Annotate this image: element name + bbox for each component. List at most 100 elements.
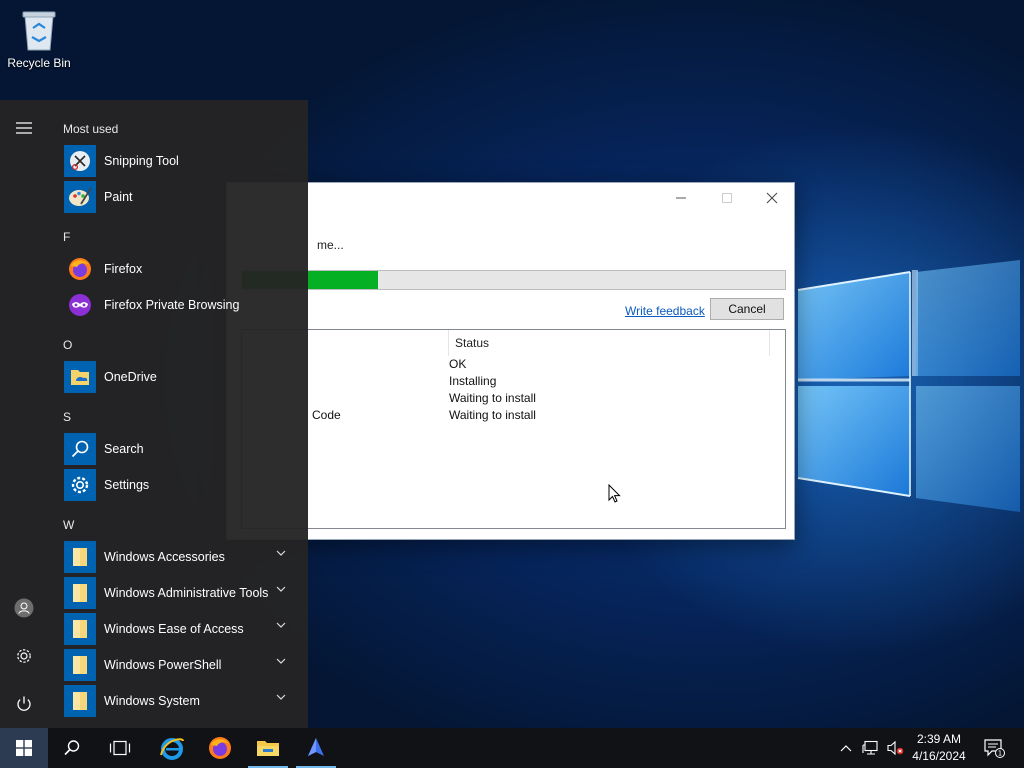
row-status: Installing bbox=[449, 374, 497, 388]
chevron-up-icon bbox=[840, 745, 852, 752]
close-button[interactable] bbox=[749, 183, 795, 213]
taskbar-file-explorer[interactable] bbox=[244, 728, 292, 768]
section-letter-o: O bbox=[63, 338, 73, 352]
list-row[interactable]: OK bbox=[242, 356, 785, 373]
app-firefox[interactable]: Firefox bbox=[64, 252, 300, 286]
power-icon bbox=[17, 696, 31, 711]
chevron-down-icon bbox=[276, 658, 286, 664]
paint-palette-icon bbox=[64, 181, 96, 213]
app-label: Search bbox=[104, 442, 144, 456]
gear-icon bbox=[17, 649, 31, 663]
app-settings[interactable]: Settings bbox=[64, 468, 300, 502]
folder-windows-ease-of-access[interactable]: Windows Ease of Access bbox=[64, 612, 300, 646]
taskbar: 2:39 AM 4/16/2024 1 bbox=[0, 728, 1024, 768]
taskbar-clock[interactable]: 2:39 AM 4/16/2024 bbox=[904, 731, 974, 765]
app-paint[interactable]: Paint bbox=[64, 180, 300, 214]
folder-icon bbox=[64, 685, 96, 717]
network-tray-button[interactable] bbox=[860, 728, 882, 768]
app-list: Most used Snipping Tool Paint F Firefox … bbox=[48, 100, 308, 728]
firefox-icon bbox=[64, 253, 96, 285]
internet-explorer-icon bbox=[160, 738, 184, 760]
folder-windows-powershell[interactable]: Windows PowerShell bbox=[64, 648, 300, 682]
recycle-bin-icon bbox=[17, 6, 61, 52]
folder-windows-accessories[interactable]: Windows Accessories bbox=[64, 540, 300, 574]
list-row[interactable]: Code Waiting to install bbox=[242, 407, 785, 424]
firefox-private-icon bbox=[64, 289, 96, 321]
list-row[interactable]: Waiting to install bbox=[242, 390, 785, 407]
show-hidden-icons-button[interactable] bbox=[836, 728, 856, 768]
search-icon bbox=[64, 433, 96, 465]
minimize-button[interactable] bbox=[658, 183, 704, 213]
app-label: Settings bbox=[104, 478, 150, 492]
user-account-button[interactable] bbox=[0, 588, 48, 628]
maximize-icon bbox=[722, 193, 732, 203]
notifications-icon: 1 bbox=[984, 739, 1005, 758]
write-feedback-link[interactable]: Write feedback bbox=[625, 304, 705, 318]
app-onedrive[interactable]: OneDrive bbox=[64, 360, 300, 394]
recycle-bin-label: Recycle Bin bbox=[7, 56, 71, 70]
chevron-down-icon bbox=[276, 586, 286, 592]
volume-muted-icon bbox=[887, 740, 904, 756]
section-letter-f: F bbox=[63, 230, 71, 244]
folder-icon bbox=[64, 541, 96, 573]
minimize-icon bbox=[676, 197, 686, 199]
power-button[interactable] bbox=[0, 684, 48, 724]
expand-menu-button[interactable] bbox=[0, 108, 48, 148]
user-icon bbox=[14, 598, 34, 618]
onedrive-folder-icon bbox=[64, 361, 96, 393]
window-titlebar[interactable] bbox=[227, 183, 794, 213]
app-label: Windows Accessories bbox=[104, 550, 225, 564]
cancel-button[interactable]: Cancel bbox=[710, 298, 784, 320]
close-icon bbox=[766, 192, 778, 204]
taskbar-firefox[interactable] bbox=[196, 728, 244, 768]
row-name: Code bbox=[312, 408, 341, 422]
network-icon bbox=[862, 740, 878, 755]
install-list[interactable]: Status OK Installing Waiting to install … bbox=[241, 329, 786, 529]
section-letter-w: W bbox=[63, 518, 75, 532]
settings-rail-button[interactable] bbox=[0, 636, 48, 676]
app-snipping-tool[interactable]: Snipping Tool bbox=[64, 144, 300, 178]
firefox-icon bbox=[209, 737, 231, 759]
start-button[interactable] bbox=[0, 728, 48, 768]
list-header: Status bbox=[242, 330, 785, 356]
taskbar-internet-explorer[interactable] bbox=[148, 728, 196, 768]
notification-count: 1 bbox=[998, 750, 1002, 758]
volume-tray-button[interactable] bbox=[884, 728, 906, 768]
task-view-icon bbox=[109, 740, 131, 756]
app-search[interactable]: Search bbox=[64, 432, 300, 466]
task-view-button[interactable] bbox=[96, 728, 144, 768]
column-header-status[interactable]: Status bbox=[448, 330, 770, 356]
scissors-icon bbox=[64, 145, 96, 177]
taskbar-search-button[interactable] bbox=[48, 728, 96, 768]
app-label: Windows Ease of Access bbox=[104, 622, 244, 636]
app-label: OneDrive bbox=[104, 370, 157, 384]
app-label: Paint bbox=[104, 190, 133, 204]
maximize-button[interactable] bbox=[704, 183, 750, 213]
start-menu: Most used Snipping Tool Paint F Firefox … bbox=[0, 100, 308, 728]
folder-windows-admin-tools[interactable]: Windows Administrative Tools bbox=[64, 576, 300, 610]
file-explorer-icon bbox=[257, 741, 279, 756]
action-center-button[interactable]: 1 bbox=[980, 728, 1008, 768]
windows-logo-wallpaper bbox=[797, 260, 1020, 512]
section-letter-s: S bbox=[63, 410, 72, 424]
clock-time: 2:39 AM bbox=[916, 732, 962, 746]
folder-icon bbox=[64, 577, 96, 609]
taskbar-installer-app[interactable] bbox=[292, 728, 340, 768]
app-label: Windows System bbox=[104, 694, 200, 708]
folder-icon bbox=[64, 649, 96, 681]
recycle-bin-shortcut[interactable]: Recycle Bin bbox=[4, 6, 74, 70]
row-status: Waiting to install bbox=[449, 408, 536, 422]
most-used-heading: Most used bbox=[63, 122, 119, 136]
chevron-down-icon bbox=[276, 694, 286, 700]
search-icon bbox=[64, 740, 80, 756]
mouse-cursor-icon bbox=[608, 484, 621, 503]
row-status: Waiting to install bbox=[449, 391, 536, 405]
windows-start-icon bbox=[16, 740, 32, 756]
folder-icon bbox=[64, 613, 96, 645]
app-firefox-private[interactable]: Firefox Private Browsing bbox=[64, 288, 300, 322]
app-label: Windows Administrative Tools bbox=[104, 586, 269, 600]
installer-app-icon bbox=[308, 738, 324, 756]
list-row[interactable]: Installing bbox=[242, 373, 785, 390]
settings-gear-icon bbox=[64, 469, 96, 501]
folder-windows-system[interactable]: Windows System bbox=[64, 684, 300, 718]
